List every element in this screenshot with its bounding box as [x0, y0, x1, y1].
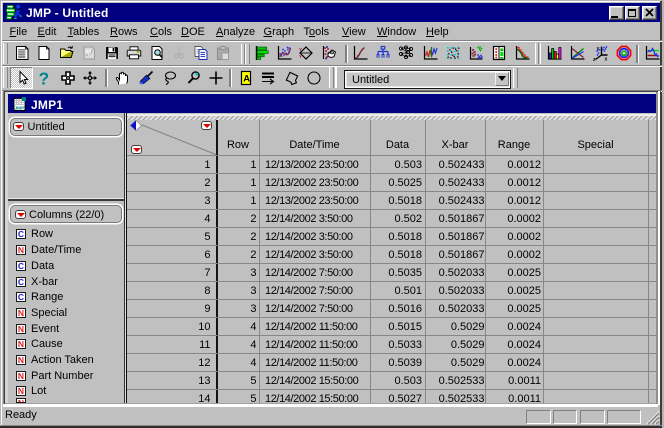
- svg-text:?: ?: [39, 70, 50, 86]
- svg-text:Y: Y: [299, 47, 302, 52]
- svg-text:Y: Y: [299, 54, 302, 59]
- svg-text:x: x: [605, 57, 608, 62]
- svg-text:A: A: [243, 74, 250, 85]
- svg-text:JMP: JMP: [15, 106, 26, 112]
